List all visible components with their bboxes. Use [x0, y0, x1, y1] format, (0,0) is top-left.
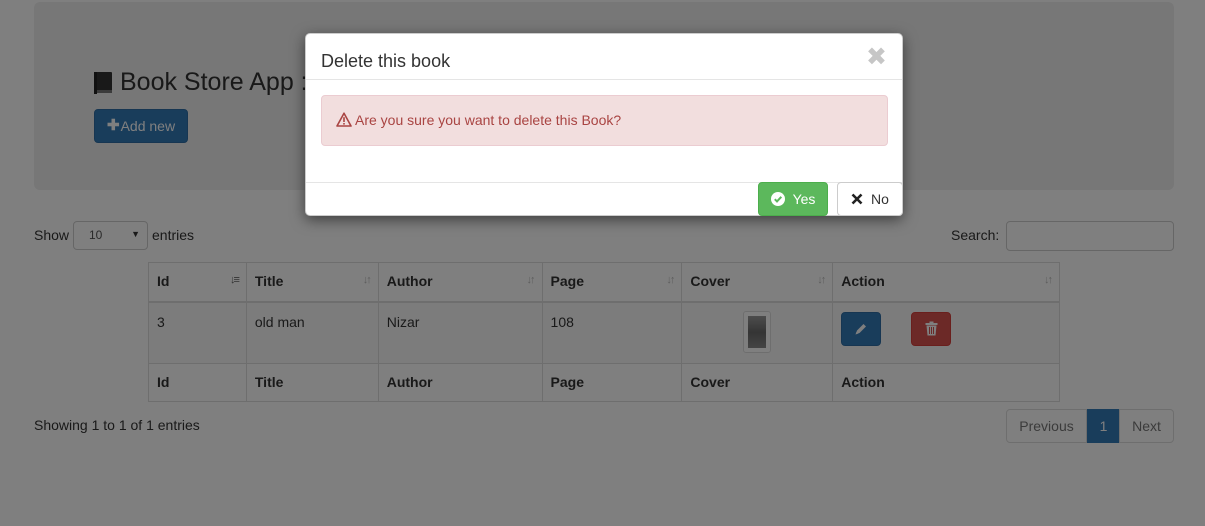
modal-title: Delete this book: [321, 51, 451, 71]
page: Book Store App : ✚ Add new Show 10 ▼ ent…: [0, 0, 1205, 526]
no-label: No: [871, 191, 889, 207]
delete-confirm-modal: Delete this book ✖ Are you sure you want…: [305, 33, 903, 216]
modal-header: Delete this book ✖: [306, 34, 902, 80]
no-button[interactable]: No: [837, 182, 903, 216]
check-circle-icon: [770, 192, 785, 206]
alert-message: Are you sure you want to delete this Boo…: [355, 112, 622, 128]
yes-button[interactable]: Yes: [758, 182, 828, 216]
warning-alert: Are you sure you want to delete this Boo…: [321, 95, 888, 146]
close-x-icon: [851, 193, 863, 205]
warning-icon: [336, 112, 352, 127]
yes-label: Yes: [792, 191, 816, 207]
close-icon[interactable]: ✖: [866, 45, 887, 70]
